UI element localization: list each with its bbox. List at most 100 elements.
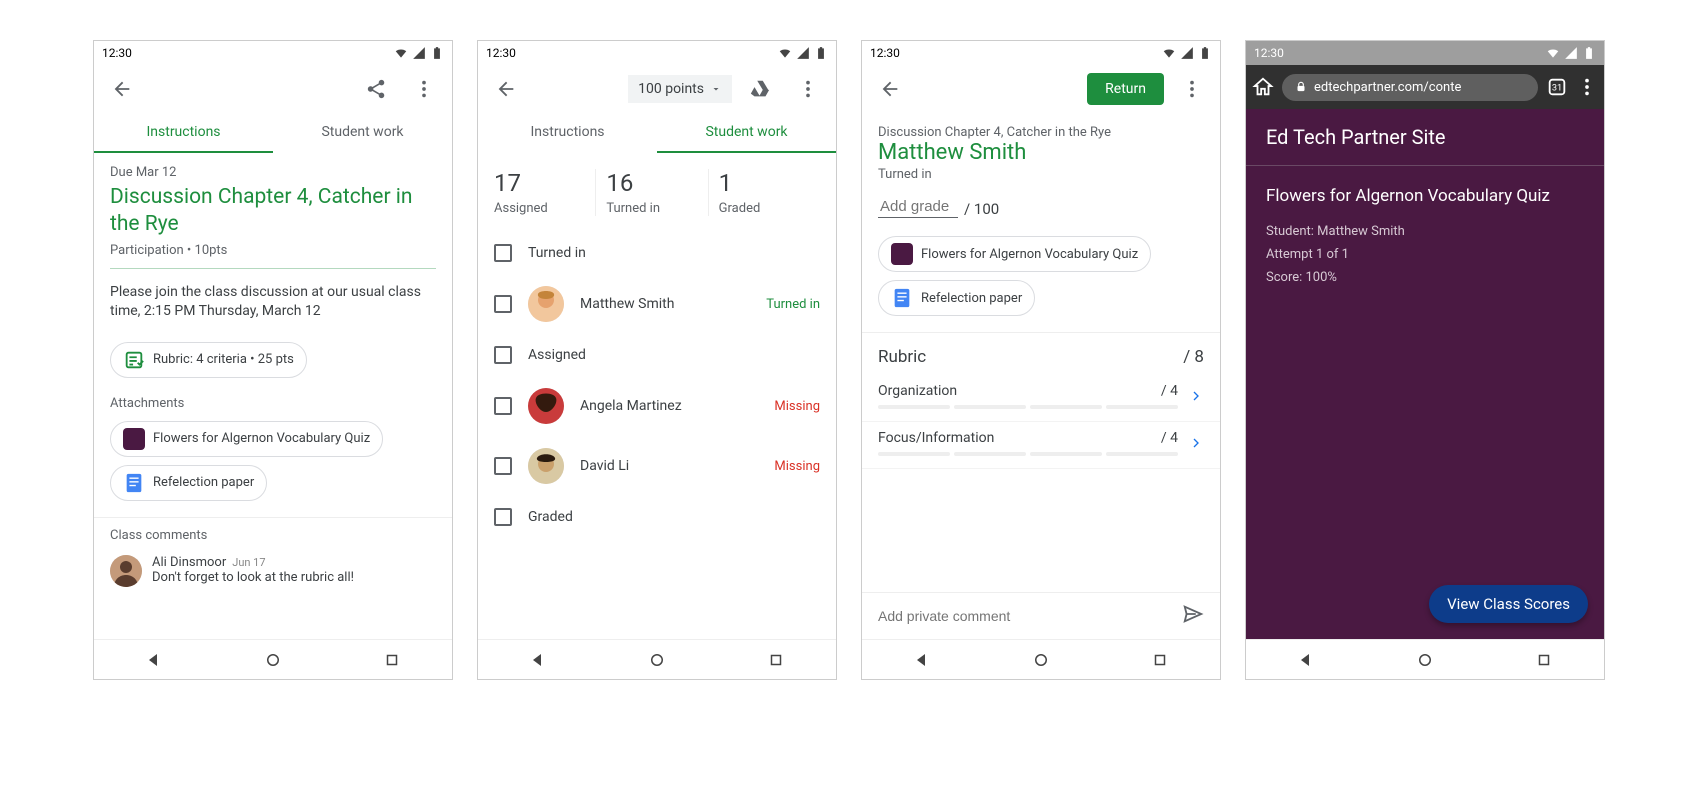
avatar (528, 388, 564, 424)
attachment-quiz[interactable]: Flowers for Algernon Vocabulary Quiz (110, 421, 383, 457)
back-button[interactable] (486, 69, 526, 109)
student-row-angela[interactable]: Angela Martinez Missing (478, 376, 836, 436)
quiz-title: Flowers for Algernon Vocabulary Quiz (1266, 186, 1584, 206)
site-title: Ed Tech Partner Site (1246, 109, 1604, 166)
nav-home-icon[interactable] (1032, 651, 1050, 669)
tab-student-work[interactable]: Student work (657, 113, 836, 153)
more-vert-icon (1181, 78, 1203, 100)
phone-grading: 12:30 Return Discussion Chapter 4, Catch… (861, 40, 1221, 680)
phone-student-work: 12:30 100 points Instructions Student wo… (477, 40, 837, 680)
rubric-chip[interactable]: Rubric: 4 criteria • 25 pts (110, 342, 307, 378)
send-button[interactable] (1182, 603, 1204, 629)
section-label: Graded (528, 509, 820, 525)
wifi-icon (394, 46, 408, 60)
rubric-criterion: Focus/Information (878, 430, 994, 446)
attachment-doc[interactable]: Refelection paper (878, 280, 1035, 316)
checkbox[interactable] (494, 457, 512, 475)
nav-home-icon[interactable] (264, 651, 282, 669)
nav-back-icon[interactable] (529, 651, 547, 669)
points-dropdown[interactable]: 100 points (628, 75, 732, 103)
rubric-item-organization[interactable]: Organization / 4 (862, 375, 1220, 422)
checkbox[interactable] (494, 295, 512, 313)
assignment-description: Please join the class discussion at our … (110, 283, 436, 322)
battery-icon (430, 46, 444, 60)
nav-home-icon[interactable] (1416, 651, 1434, 669)
grade-input[interactable] (878, 196, 958, 218)
tab-instructions[interactable]: Instructions (94, 113, 273, 153)
docs-icon (891, 287, 913, 309)
url-text: edtechpartner.com/conte (1314, 80, 1461, 95)
overflow-button[interactable] (1172, 69, 1212, 109)
nav-recent-icon[interactable] (383, 651, 401, 669)
stat-turnedin[interactable]: 16 Turned in (596, 169, 708, 216)
quiz-icon (891, 243, 913, 265)
return-button[interactable]: Return (1087, 73, 1164, 105)
rubric-max: / 4 (1161, 383, 1178, 399)
wifi-icon (1162, 46, 1176, 60)
stat-num: 17 (494, 169, 595, 197)
tabs-icon[interactable]: 31 (1546, 76, 1568, 98)
back-arrow-icon (495, 78, 517, 100)
nav-recent-icon[interactable] (1151, 651, 1169, 669)
rubric-criterion: Organization (878, 383, 957, 399)
private-comment-input[interactable] (878, 608, 1172, 624)
checkbox[interactable] (494, 244, 512, 262)
tab-student-work[interactable]: Student work (273, 113, 452, 153)
attachment-doc[interactable]: Refelection paper (110, 465, 267, 501)
more-vert-icon[interactable] (1576, 76, 1598, 98)
back-button[interactable] (870, 69, 910, 109)
student-name: Matthew Smith (580, 296, 750, 312)
student-line: Student: Matthew Smith (1266, 224, 1584, 239)
overflow-button[interactable] (788, 69, 828, 109)
home-icon[interactable] (1252, 76, 1274, 98)
nav-bar (94, 639, 452, 679)
signal-icon (1180, 46, 1194, 60)
url-bar[interactable]: edtechpartner.com/conte (1282, 74, 1538, 101)
status-time: 12:30 (486, 46, 516, 60)
chevron-right-icon (1188, 388, 1204, 404)
status-bar: 12:30 (862, 41, 1220, 65)
grade-denominator: / 100 (964, 200, 999, 218)
quiz-icon (123, 428, 145, 450)
avatar (528, 286, 564, 322)
battery-icon (814, 46, 828, 60)
attachment-quiz[interactable]: Flowers for Algernon Vocabulary Quiz (878, 236, 1151, 272)
stat-graded[interactable]: 1 Graded (709, 169, 820, 216)
nav-home-icon[interactable] (648, 651, 666, 669)
stat-assigned[interactable]: 17 Assigned (494, 169, 596, 216)
rubric-bars (878, 405, 1178, 409)
checkbox[interactable] (494, 346, 512, 364)
student-row-david[interactable]: David Li Missing (478, 436, 836, 496)
docs-icon (123, 472, 145, 494)
nav-back-icon[interactable] (913, 651, 931, 669)
nav-back-icon[interactable] (145, 651, 163, 669)
rubric-chip-label: Rubric: 4 criteria • 25 pts (153, 352, 294, 367)
tab-instructions[interactable]: Instructions (478, 113, 657, 153)
signal-icon (1564, 46, 1578, 60)
share-button[interactable] (356, 69, 396, 109)
view-class-scores-button[interactable]: View Class Scores (1429, 585, 1588, 623)
section-label: Turned in (528, 245, 820, 261)
student-row-matthew[interactable]: Matthew Smith Turned in (478, 274, 836, 334)
checkbox[interactable] (494, 397, 512, 415)
chevron-down-icon (710, 83, 722, 95)
overflow-button[interactable] (404, 69, 444, 109)
comment-text: Don't forget to look at the rubric all! (152, 570, 354, 585)
rubric-icon (123, 349, 145, 371)
comment-author: Ali Dinsmoor (152, 555, 226, 570)
stat-label: Graded (719, 201, 820, 216)
drive-button[interactable] (740, 69, 780, 109)
back-button[interactable] (102, 69, 142, 109)
phone-instructions: 12:30 Instructions Student work Due Mar … (93, 40, 453, 680)
nav-back-icon[interactable] (1297, 651, 1315, 669)
checkbox[interactable] (494, 508, 512, 526)
rubric-item-focus[interactable]: Focus/Information / 4 (862, 422, 1220, 469)
more-vert-icon (797, 78, 819, 100)
nav-recent-icon[interactable] (1535, 651, 1553, 669)
content-student-work: 17 Assigned 16 Turned in 1 Graded Turned… (478, 153, 836, 639)
section-label: Assigned (528, 347, 820, 363)
attachment-label: Flowers for Algernon Vocabulary Quiz (921, 247, 1138, 262)
grade-row: / 100 (878, 196, 1204, 218)
nav-recent-icon[interactable] (767, 651, 785, 669)
chevron-right-icon (1188, 435, 1204, 451)
